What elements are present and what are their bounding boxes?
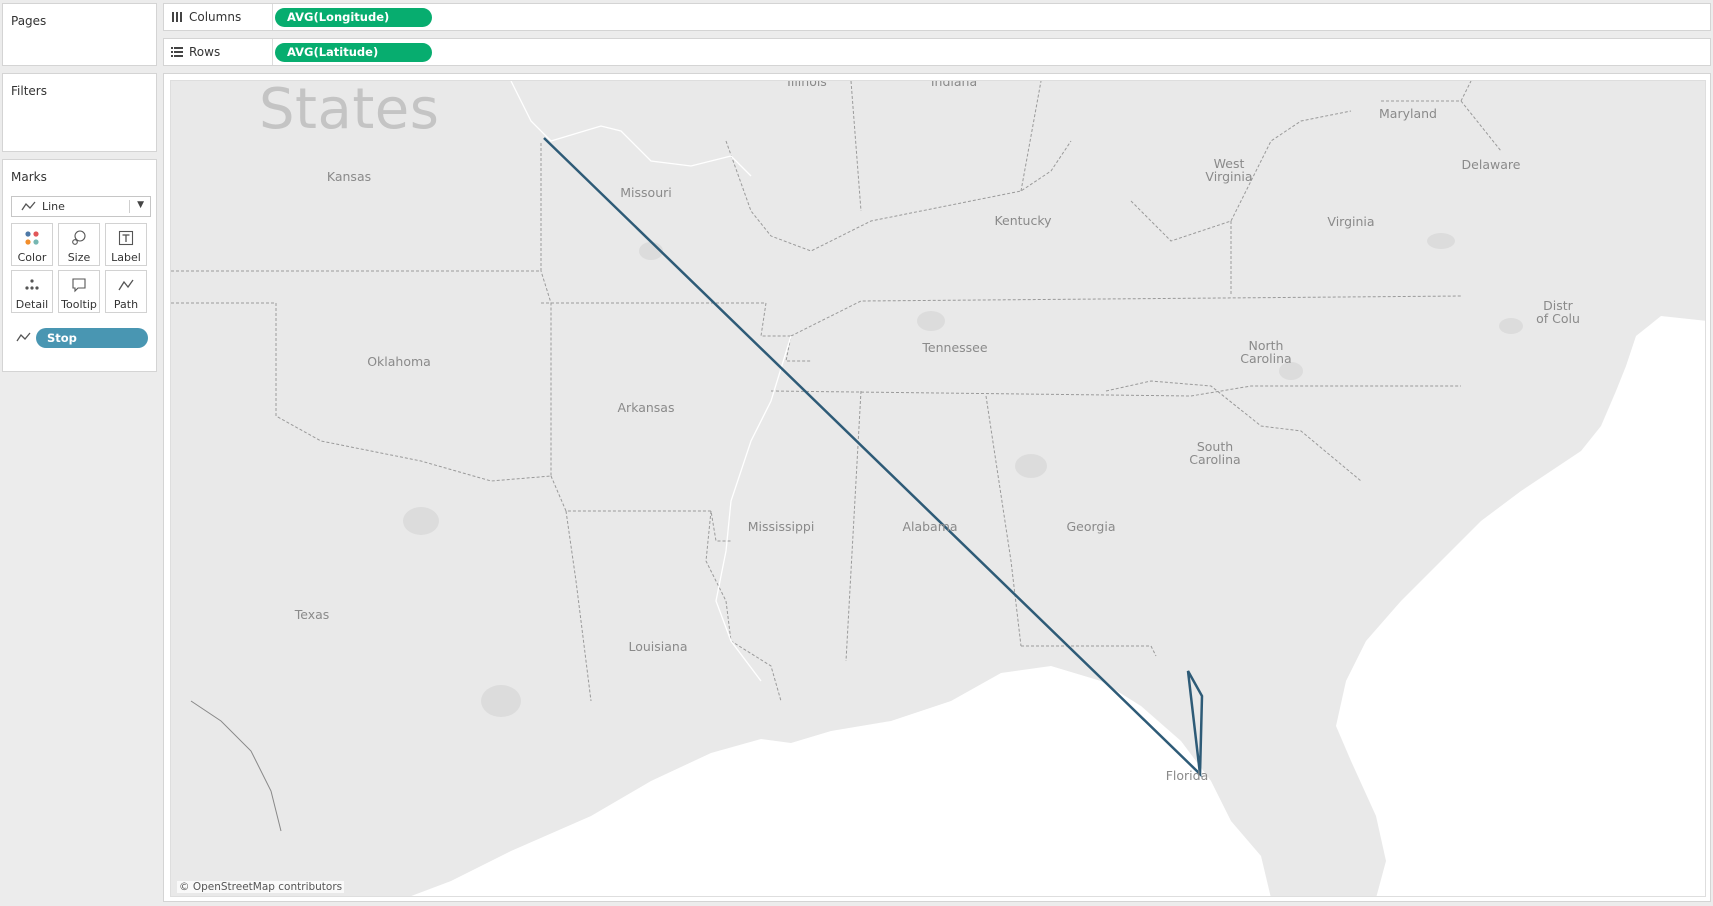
dropdown-separator	[129, 200, 130, 213]
color-button[interactable]: Color	[11, 223, 53, 266]
stop-path-pill[interactable]: Stop	[36, 328, 148, 348]
state-label-oklahoma: Oklahoma	[367, 354, 431, 369]
state-label-mississippi: Mississippi	[747, 519, 815, 534]
state-label-georgia: Georgia	[1066, 519, 1116, 534]
path-button-label: Path	[113, 298, 139, 311]
state-label-alabama: Alabama	[902, 519, 958, 534]
state-label-virginia: Virginia	[1327, 214, 1375, 229]
state-label-illinois: Illinois	[787, 80, 827, 89]
state-label-north-carolina: North Carolina	[1240, 338, 1292, 366]
state-label-delaware: Delaware	[1461, 157, 1521, 172]
rows-icon	[171, 47, 183, 57]
path-button[interactable]: Path	[105, 270, 147, 313]
label-button[interactable]: Label	[105, 223, 147, 266]
state-label-florida: Florida	[1165, 768, 1209, 783]
mark-type-dropdown[interactable]: Line ▼	[11, 196, 151, 217]
filters-card[interactable]: Filters	[2, 73, 157, 152]
state-label-missouri: Missouri	[620, 185, 672, 200]
state-label-arkansas: Arkansas	[617, 400, 675, 415]
path-encoding-icon	[16, 332, 31, 342]
tooltip-button[interactable]: Tooltip	[58, 270, 100, 313]
detail-icon	[25, 279, 39, 290]
size-button-label: Size	[67, 251, 91, 264]
pages-card[interactable]: Pages	[2, 3, 157, 66]
shelf-divider	[272, 39, 273, 65]
detail-button-label: Detail	[15, 298, 49, 311]
size-button[interactable]: Size	[58, 223, 100, 266]
marks-title: Marks	[11, 170, 47, 184]
filters-title: Filters	[11, 84, 47, 98]
color-icon	[25, 231, 39, 245]
columns-shelf-label: Columns	[189, 10, 242, 24]
map-attribution[interactable]: © OpenStreetMap contributors	[177, 881, 345, 893]
map-view[interactable]: States Illinois Indiana Maryland Kansas …	[170, 80, 1706, 897]
label-icon	[118, 230, 134, 246]
state-label-indiana: Indiana	[930, 80, 978, 89]
pages-title: Pages	[11, 14, 47, 28]
state-label-south-carolina: South Carolina	[1189, 439, 1241, 467]
line-mark-icon	[21, 201, 36, 211]
state-label-kansas: Kansas	[326, 169, 372, 184]
sheet-title: States	[259, 80, 440, 142]
view-canvas: States Illinois Indiana Maryland Kansas …	[163, 73, 1711, 902]
columns-shelf[interactable]: Columns AVG(Longitude)	[163, 3, 1711, 31]
state-label-louisiana: Louisiana	[628, 639, 688, 654]
chevron-down-icon[interactable]: ▼	[137, 200, 144, 210]
state-label-kentucky: Kentucky	[994, 213, 1052, 228]
color-button-label: Color	[17, 251, 47, 264]
longitude-pill[interactable]: AVG(Longitude)	[275, 8, 432, 27]
state-label-tennessee: Tennessee	[922, 340, 988, 355]
tooltip-button-label: Tooltip	[61, 298, 97, 311]
shelf-divider	[272, 4, 273, 30]
detail-button[interactable]: Detail	[11, 270, 53, 313]
state-label-maryland: Maryland	[1379, 106, 1437, 121]
columns-icon	[172, 12, 182, 22]
state-label-district-of-columbia: Distr of Colu	[1536, 298, 1580, 326]
state-label-west-virginia: West Virginia	[1205, 156, 1253, 184]
latitude-pill[interactable]: AVG(Latitude)	[275, 43, 432, 62]
tooltip-icon	[72, 278, 86, 293]
rows-shelf-label: Rows	[189, 45, 221, 59]
rows-shelf[interactable]: Rows AVG(Latitude)	[163, 38, 1711, 66]
mark-type-label: Line	[42, 200, 65, 213]
marks-card: Marks Line ▼ Color Size Label Detail Too…	[2, 159, 157, 372]
label-button-label: Label	[111, 251, 141, 264]
state-label-texas: Texas	[294, 607, 330, 622]
path-icon	[118, 279, 134, 291]
map-background	[171, 81, 1705, 896]
size-icon	[72, 230, 86, 245]
